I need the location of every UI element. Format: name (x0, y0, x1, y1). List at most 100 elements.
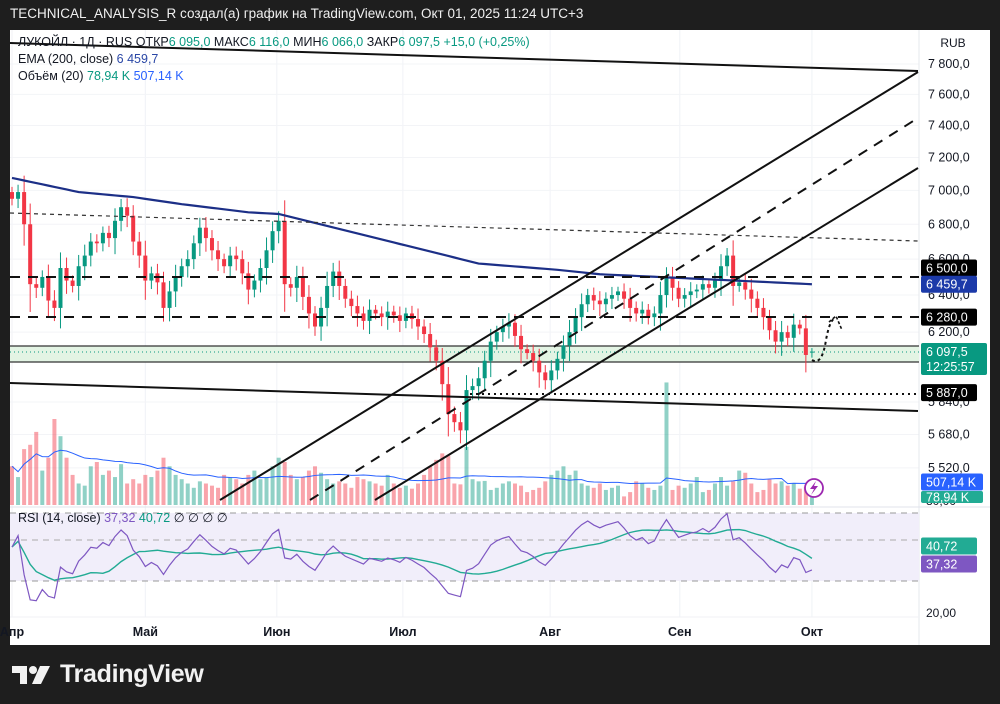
candle (385, 301, 390, 330)
volume-bar (482, 480, 487, 505)
price-tick-label: 6 200,0 (928, 325, 970, 339)
price-tick-label: 6 800,0 (928, 217, 970, 231)
volume-badge-text: 78,94 K (926, 491, 970, 505)
volume-bar (173, 474, 178, 505)
candle-body (688, 291, 693, 296)
candle-body (270, 231, 275, 251)
candle-body (537, 360, 542, 373)
chart-canvas[interactable]: 7 800,0 7 600,0 7 400,0 7 200,0 7 000,0 6 800… (0, 0, 1000, 704)
candle-body (119, 207, 124, 221)
candle (113, 208, 118, 255)
volume-bar (258, 479, 263, 505)
volume-bar (725, 485, 730, 505)
volume-bar (537, 487, 542, 505)
candle-body (349, 298, 354, 307)
volume-bar (664, 382, 669, 505)
candle (349, 290, 354, 317)
symbol-legend[interactable]: ЛУКОЙЛ · 1Д · RUS ОТКР6 095,0 МАКС6 116,… (18, 35, 530, 49)
candle (785, 325, 790, 347)
candle (64, 257, 69, 294)
candle-body (579, 304, 584, 318)
candle-body (391, 311, 396, 316)
candle (731, 240, 736, 306)
volume-bar (10, 466, 14, 505)
candle-body (294, 276, 299, 288)
candle-body (125, 207, 130, 216)
volume-bar (22, 449, 27, 505)
volume-bar (367, 481, 372, 505)
volume-bar (270, 466, 275, 505)
volume-bar (579, 483, 584, 505)
ema-label: EMA (200, close) (18, 52, 114, 66)
candle (173, 264, 178, 307)
volume-bar (313, 466, 317, 505)
volume-bar (682, 487, 687, 505)
volume-bar (616, 485, 620, 505)
candle-body (622, 291, 627, 299)
candle (82, 244, 87, 281)
candle-body (149, 273, 154, 281)
lightning-icon[interactable] (804, 478, 824, 498)
candle-body (28, 224, 33, 285)
channel-upper-line[interactable] (219, 71, 919, 501)
candle (331, 262, 336, 298)
level-6280-badge-text: 6 280,0 (926, 311, 968, 325)
ema-badge-text: 6 459,7 (926, 278, 968, 292)
time-tick-label: Сен (668, 625, 692, 639)
candle-body (46, 276, 51, 301)
candle-body (676, 287, 681, 299)
ema-legend[interactable]: EMA (200, close) 6 459,7 (18, 52, 158, 66)
candle (179, 258, 184, 287)
candle-body (452, 414, 457, 423)
time-axis[interactable]: Апр Май Июн Июл Авг Сен Окт (0, 625, 823, 639)
trendline-dotted[interactable] (10, 212, 919, 242)
volume-bar (585, 485, 590, 505)
volume-bar (646, 487, 651, 505)
volume-bar (88, 466, 93, 505)
volume-bar (34, 431, 39, 505)
candle-body (222, 259, 227, 267)
currency-label[interactable]: RUB (922, 33, 984, 53)
rsi-legend[interactable]: RSI (14, close) 37,32 40,72 ∅ ∅ ∅ ∅ (18, 510, 228, 525)
candle-body (779, 332, 784, 342)
volume-bar (143, 474, 148, 505)
volume-bar (628, 492, 633, 505)
tradingview-logo[interactable]: TradingView (12, 660, 204, 689)
candle (16, 184, 21, 209)
volume-bar (573, 470, 578, 505)
candle-body (531, 353, 536, 361)
volume-bar (40, 470, 45, 505)
support-zone[interactable] (10, 346, 919, 362)
volume-bar (76, 483, 81, 505)
candle (585, 288, 590, 313)
candle-body (355, 306, 360, 314)
channel-middle-line[interactable] (309, 117, 919, 501)
volume-bar (191, 487, 196, 505)
high-value: 6 116,0 (248, 35, 290, 49)
volume-bar (197, 481, 202, 505)
trendline-bottom[interactable] (10, 382, 919, 412)
candle-body (197, 227, 202, 244)
candle (319, 296, 324, 341)
candle-body (240, 259, 245, 274)
volume-bar (597, 483, 602, 505)
candle (131, 205, 136, 256)
candle (197, 217, 202, 257)
candle (743, 274, 748, 300)
candle (682, 288, 687, 308)
candle (591, 287, 596, 311)
candle-body (470, 386, 475, 391)
candle (379, 306, 384, 327)
volume-bar (125, 483, 130, 505)
volume-bar (373, 483, 378, 505)
candle (609, 286, 614, 310)
volume-bar (131, 479, 136, 505)
candle (185, 250, 190, 278)
candle-body (628, 298, 633, 308)
candle-body (549, 370, 554, 381)
volume-bar (300, 477, 305, 505)
channel-lower-line[interactable] (374, 167, 919, 501)
volume-legend[interactable]: Объём (20) 78,94 K 507,14 K (18, 69, 184, 83)
volume-bar (488, 489, 493, 505)
candle-body (609, 295, 614, 299)
